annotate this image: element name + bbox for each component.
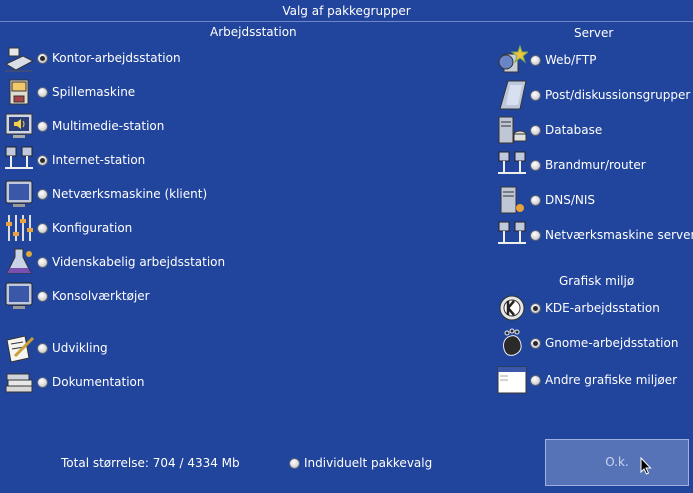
workstation-label-9[interactable]: Dokumentation	[52, 375, 145, 389]
graphical-label-0[interactable]: KDE-arbejdsstation	[545, 301, 660, 315]
firewall-network-icon	[496, 149, 528, 181]
database-server-icon	[496, 114, 528, 146]
graphical-radio-0[interactable]	[530, 303, 541, 314]
ok-button[interactable]: O.k.	[545, 439, 689, 486]
sliders-icon	[3, 212, 35, 244]
workstation-radio-2[interactable]	[37, 121, 48, 132]
workstation-radio-8[interactable]	[37, 343, 48, 354]
workstation-label-1[interactable]: Spillemaskine	[52, 85, 135, 99]
workstation-label-6[interactable]: Videnskabelig arbejdsstation	[52, 255, 225, 269]
workstation-label-7[interactable]: Konsolværktøjer	[52, 289, 150, 303]
books-icon	[3, 366, 35, 398]
dns-server-icon	[496, 184, 528, 216]
workstation-radio-4[interactable]	[37, 189, 48, 200]
server-radio-1[interactable]	[530, 90, 541, 101]
server-radio-2[interactable]	[530, 125, 541, 136]
workstation-label-3[interactable]: Internet-station	[52, 153, 145, 167]
monitor-icon	[3, 178, 35, 210]
workstation-radio-9[interactable]	[37, 377, 48, 388]
workstation-radio-7[interactable]	[37, 291, 48, 302]
server-heading: Server	[574, 26, 614, 40]
server-label-5[interactable]: Netværksmaskine server	[545, 228, 693, 242]
window-icon	[496, 364, 528, 396]
mail-icon	[496, 79, 528, 111]
total-size-label: Total størrelse: 704 / 4334 Mb	[61, 456, 240, 470]
server-radio-3[interactable]	[530, 160, 541, 171]
office-desk-icon	[3, 42, 35, 74]
workstation-label-2[interactable]: Multimedie-station	[52, 119, 164, 133]
server-label-0[interactable]: Web/FTP	[545, 53, 596, 67]
server-label-4[interactable]: DNS/NIS	[545, 193, 595, 207]
individual-package-label[interactable]: Individuelt pakkevalg	[304, 456, 432, 470]
workstation-label-0[interactable]: Kontor-arbejdsstation	[52, 51, 181, 65]
workstation-label-4[interactable]: Netværksmaskine (klient)	[52, 187, 207, 201]
workstation-radio-6[interactable]	[37, 257, 48, 268]
graphical-radio-2[interactable]	[530, 375, 541, 386]
workstation-label-8[interactable]: Udvikling	[52, 341, 108, 355]
workstation-radio-0[interactable]	[37, 53, 48, 64]
mouse-cursor-icon	[640, 457, 652, 475]
individual-package-radio[interactable]	[289, 458, 300, 469]
speaker-monitor-icon	[3, 110, 35, 142]
graphical-label-2[interactable]: Andre grafiske miljøer	[545, 373, 677, 387]
workstation-heading: Arbejdsstation	[210, 25, 297, 39]
network-computers-icon	[3, 144, 35, 176]
server-label-1[interactable]: Post/diskussionsgrupper	[545, 88, 690, 102]
workstation-radio-3[interactable]	[37, 155, 48, 166]
web-globe-icon	[496, 44, 528, 76]
pen-paper-icon	[3, 332, 35, 364]
graphical-label-1[interactable]: Gnome-arbejdsstation	[545, 336, 678, 350]
workstation-radio-5[interactable]	[37, 223, 48, 234]
gnome-foot-icon	[496, 327, 528, 359]
graphical-radio-1[interactable]	[530, 338, 541, 349]
pinball-icon	[3, 76, 35, 108]
flask-icon	[3, 246, 35, 278]
server-radio-5[interactable]	[530, 230, 541, 241]
server-label-2[interactable]: Database	[545, 123, 602, 137]
server-label-3[interactable]: Brandmur/router	[545, 158, 646, 172]
window-title: Valg af pakkegrupper	[282, 4, 411, 18]
graphical-heading: Grafisk miljø	[559, 274, 635, 288]
server-radio-4[interactable]	[530, 195, 541, 206]
workstation-label-5[interactable]: Konfiguration	[52, 221, 132, 235]
workstation-radio-1[interactable]	[37, 87, 48, 98]
title-divider	[0, 21, 693, 22]
server-radio-0[interactable]	[530, 55, 541, 66]
kde-gear-icon	[496, 292, 528, 324]
network-server-icon	[496, 219, 528, 251]
terminal-monitor-icon	[3, 280, 35, 312]
